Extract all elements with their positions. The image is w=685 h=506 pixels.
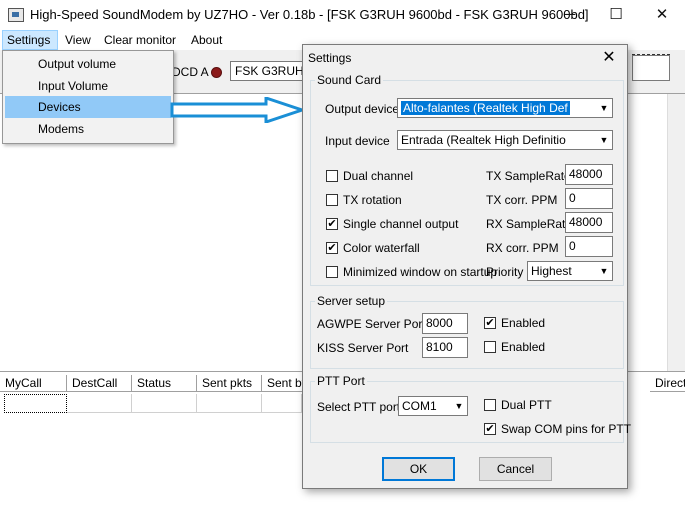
dialog-title: Settings	[308, 51, 352, 65]
settings-dialog: Settings ✕ Sound Card Output device Alto…	[302, 44, 632, 489]
minimize-button[interactable]: ─	[547, 0, 593, 30]
column-direct[interactable]: Direct	[650, 375, 685, 392]
chevron-down-icon: ▼	[596, 262, 612, 280]
input-device-label: Input device	[325, 134, 390, 148]
agwpe-port-field[interactable]: 8000	[422, 313, 468, 334]
menu-item-output-volume[interactable]: Output volume	[5, 53, 171, 75]
grid-cell[interactable]	[67, 394, 132, 413]
server-setup-group-label: Server setup	[315, 294, 388, 308]
single-channel-checkbox[interactable]: ✔	[326, 218, 338, 230]
ptt-port-value: COM1	[402, 399, 437, 413]
title-bar: High-Speed SoundModem by UZ7HO - Ver 0.1…	[0, 0, 685, 30]
single-channel-label: Single channel output	[343, 217, 459, 231]
window-title: High-Speed SoundModem by UZ7HO - Ver 0.1…	[30, 7, 589, 22]
dual-ptt-checkbox[interactable]	[484, 399, 496, 411]
grid-cell[interactable]	[4, 394, 67, 413]
kiss-enabled-checkbox[interactable]	[484, 341, 496, 353]
cancel-button[interactable]: Cancel	[479, 457, 552, 481]
grid-cell[interactable]	[197, 394, 262, 413]
agwpe-enabled-label: Enabled	[501, 316, 546, 330]
dual-channel-label: Dual channel	[343, 169, 414, 183]
column-status[interactable]: Status	[132, 375, 197, 392]
menu-item-devices[interactable]: Devices	[5, 96, 171, 118]
priority-label: Priority	[486, 265, 524, 279]
agwpe-port-label: AGWPE Server Port	[317, 317, 426, 331]
modem-type-select[interactable]: FSK G3RUH 9600bd	[230, 61, 310, 81]
dual-ptt-label: Dual PTT	[501, 398, 552, 412]
menu-item-input-volume[interactable]: Input Volume	[5, 75, 171, 97]
grid-cell[interactable]	[132, 394, 197, 413]
agwpe-enabled-checkbox[interactable]: ✔	[484, 317, 496, 329]
chevron-down-icon: ▼	[596, 131, 612, 149]
tx-samplerate-field[interactable]: 48000	[565, 164, 613, 185]
app-icon	[8, 8, 24, 22]
chevron-down-icon: ▼	[451, 397, 467, 415]
level-indicator	[632, 55, 670, 81]
kiss-port-field[interactable]: 8100	[422, 337, 468, 358]
swap-com-checkbox[interactable]: ✔	[484, 423, 496, 435]
server-setup-group	[310, 301, 624, 369]
chevron-down-icon: ▼	[596, 99, 612, 117]
dual-channel-checkbox[interactable]	[326, 170, 338, 182]
rx-ppm-label: RX corr. PPM	[486, 241, 559, 255]
maximize-button[interactable]: ☐	[593, 0, 639, 30]
ptt-port-group-label: PTT Port	[315, 374, 367, 388]
output-device-value: Alto-falantes (Realtek High Def	[401, 101, 570, 115]
close-button[interactable]: ✕	[639, 0, 685, 30]
ptt-port-select[interactable]: COM1 ▼	[398, 396, 468, 416]
priority-select[interactable]: Highest ▼	[527, 261, 613, 281]
kiss-enabled-label: Enabled	[501, 340, 546, 354]
color-waterfall-checkbox[interactable]: ✔	[326, 242, 338, 254]
grid-cell[interactable]	[262, 394, 302, 413]
column-sent-pkts[interactable]: Sent pkts	[197, 375, 262, 392]
priority-value: Highest	[531, 264, 572, 278]
dialog-close-button[interactable]: ✕	[599, 47, 619, 69]
input-device-value: Entrada (Realtek High Definitio	[401, 133, 566, 147]
menu-settings[interactable]: Settings	[2, 30, 58, 50]
tx-ppm-field[interactable]: 0	[565, 188, 613, 209]
menu-about[interactable]: About	[187, 30, 226, 50]
output-device-label: Output device	[325, 102, 400, 116]
select-ptt-port-label: Select PTT port	[317, 400, 401, 414]
column-mycall[interactable]: MyCall	[0, 375, 67, 392]
annotation-arrow	[170, 97, 306, 123]
input-device-select[interactable]: Entrada (Realtek High Definitio ▼	[397, 130, 613, 150]
dcd-led-indicator	[211, 67, 222, 78]
menu-item-modems[interactable]: Modems	[5, 118, 171, 140]
rx-samplerate-label: RX SampleRate	[486, 217, 573, 231]
tx-ppm-label: TX corr. PPM	[486, 193, 558, 207]
minimized-label: Minimized window on startup	[343, 265, 498, 279]
minimized-checkbox[interactable]	[326, 266, 338, 278]
kiss-port-label: KISS Server Port	[317, 341, 409, 355]
dcd-label: DCD A	[172, 65, 209, 79]
color-waterfall-label: Color waterfall	[343, 241, 420, 255]
sound-card-group-label: Sound Card	[315, 73, 384, 87]
settings-menu: Output volume Input Volume Devices Modem…	[2, 50, 174, 144]
rx-ppm-field[interactable]: 0	[565, 236, 613, 257]
swap-com-label: Swap COM pins for PTT	[501, 422, 632, 436]
column-destcall[interactable]: DestCall	[67, 375, 132, 392]
menu-view[interactable]: View	[61, 30, 95, 50]
tx-rotation-label: TX rotation	[343, 193, 402, 207]
ok-button[interactable]: OK	[382, 457, 455, 481]
tx-samplerate-label: TX SampleRate	[486, 169, 571, 183]
output-device-select[interactable]: Alto-falantes (Realtek High Def ▼	[397, 98, 613, 118]
rx-samplerate-field[interactable]: 48000	[565, 212, 613, 233]
tx-rotation-checkbox[interactable]	[326, 194, 338, 206]
menu-clear-monitor[interactable]: Clear monitor	[100, 30, 180, 50]
monitor-scrollbar[interactable]	[667, 94, 685, 371]
